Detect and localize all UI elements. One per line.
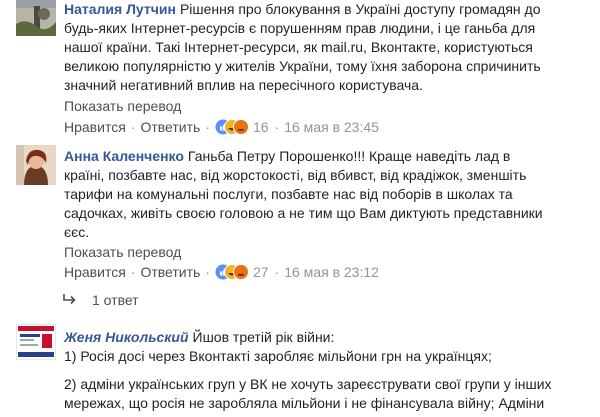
avatar[interactable]	[16, 0, 56, 36]
separator-dot: ·	[274, 264, 280, 280]
avatar-photo	[16, 324, 56, 360]
comment-line: Рішення про блокування в Україні доступу…	[179, 1, 541, 17]
view-replies-link[interactable]: 1 ответ	[62, 290, 139, 310]
comment-line: країні, позбавте нас, від жорстокості, в…	[64, 167, 527, 183]
comment-line: єєс.	[64, 224, 90, 240]
comment-line: значний негативний вплив на пересічного …	[64, 77, 423, 93]
like-button[interactable]: Нравится	[64, 264, 126, 280]
show-translation-link[interactable]: Показать перевод	[64, 98, 181, 114]
comment-actions: Нравится · Ответить · 16 · 16 мая в 23:4…	[64, 117, 379, 137]
separator-dot: ·	[274, 119, 280, 135]
comment-line: мережах, що росія не заробляла мільйони …	[64, 395, 545, 411]
separator-dot: ·	[130, 264, 136, 280]
angry-reaction-icon	[232, 264, 249, 280]
reactions-summary[interactable]	[215, 119, 249, 135]
comment-text: Анна Каленченко Ганьба Петру Порошенко!!!…	[64, 147, 584, 242]
separator-dot: ·	[205, 264, 210, 280]
reaction-count[interactable]: 16	[253, 119, 269, 135]
avatar[interactable]	[16, 145, 56, 185]
author-name[interactable]: Анна Каленченко	[64, 148, 184, 164]
separator-dot: ·	[130, 119, 136, 135]
comment-line: 2) адміни українських груп у ВК не хочут…	[64, 376, 552, 392]
comment-line: будь-яких Інтернет-ресурсів є порушенням…	[64, 20, 536, 36]
comment-text: Наталия Лутчин Рішення про блокування в У…	[64, 0, 584, 95]
like-button[interactable]: Нравится	[64, 119, 126, 135]
replies-count-label: 1 ответ	[92, 292, 139, 308]
avatar[interactable]	[16, 324, 56, 360]
avatar-photo	[16, 145, 56, 185]
comment-line: 1) Росія досі через Вконтакті заробляє м…	[64, 348, 492, 364]
comment-line: тарифи на комунальні послуги, позбавте н…	[64, 186, 513, 202]
comment-line: великою популярністю у жителів України, …	[64, 58, 541, 74]
reaction-count[interactable]: 27	[253, 264, 269, 280]
reactions-summary[interactable]	[215, 264, 249, 280]
show-translation-link[interactable]: Показать перевод	[64, 244, 181, 260]
reply-button[interactable]: Ответить	[140, 119, 200, 135]
author-name[interactable]: Женя Никольский	[64, 329, 189, 345]
avatar-photo	[16, 0, 56, 36]
comment-text: Женя Никольский Йшов третій рік війни: 1)…	[64, 328, 584, 413]
reaction-icons	[215, 119, 249, 135]
comment-actions: Нравится · Ответить · 27 · 16 мая в 23:1…	[64, 262, 379, 282]
timestamp[interactable]: 16 мая в 23:45	[284, 119, 379, 135]
comment-line: Ганьба Петру Порошенко!!! Краще наведіть…	[187, 148, 511, 164]
reply-arrow-icon	[62, 292, 78, 308]
comment-line: садочках, живіть своєю головою а не тим …	[64, 205, 543, 221]
separator-dot: ·	[205, 119, 210, 135]
timestamp[interactable]: 16 мая в 23:12	[284, 264, 379, 280]
angry-reaction-icon	[232, 119, 249, 135]
reaction-icons	[215, 264, 249, 280]
reply-button[interactable]: Ответить	[140, 264, 200, 280]
comment-line: нашої країни. Такі Інтернет-ресурси, як …	[64, 39, 533, 55]
author-name[interactable]: Наталия Лутчин	[64, 1, 176, 17]
comment-line: Йшов третій рік війни:	[192, 329, 335, 345]
